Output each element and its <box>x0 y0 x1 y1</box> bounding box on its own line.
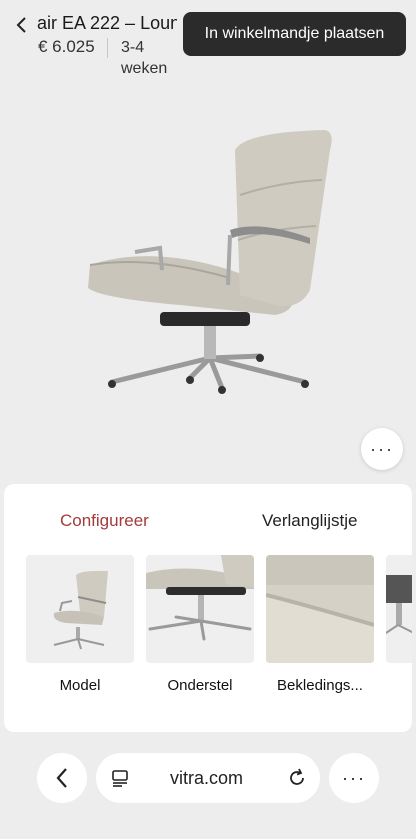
option-thumbnails: Model Onderstel Bekledings... <box>26 555 412 695</box>
product-title: air EA 222 – Loung <box>37 13 177 33</box>
option-extra-thumbnail[interactable] <box>386 555 412 663</box>
chevron-left-icon <box>16 17 26 33</box>
browser-back-button[interactable] <box>37 753 87 803</box>
divider <box>107 38 108 58</box>
configuration-panel: Configureer Verlanglijstje Model Onderst… <box>4 484 412 732</box>
tab-wishlist[interactable]: Verlanglijstje <box>262 511 357 531</box>
option-base-label: Onderstel <box>167 677 233 694</box>
option-model-thumbnail[interactable] <box>26 555 134 663</box>
product-price: € 6.025 <box>38 37 95 56</box>
back-button[interactable] <box>10 12 32 38</box>
add-to-cart-button[interactable]: In winkelmandje plaatsen <box>183 12 406 56</box>
url-text: vitra.com <box>170 768 244 788</box>
tab-configure[interactable]: Configureer <box>60 511 149 531</box>
browser-more-button[interactable]: ··· <box>329 753 379 803</box>
more-options-button[interactable]: ··· <box>361 428 403 470</box>
option-upholstery-label: Bekledings... <box>277 677 363 694</box>
chair-model-image <box>26 555 134 663</box>
product-page: air EA 222 – Loung € 6.025 3-4 weken In … <box>0 0 416 839</box>
reader-mode-icon[interactable] <box>112 769 130 787</box>
reload-icon[interactable] <box>287 768 307 788</box>
upholstery-swatch-image <box>266 555 374 663</box>
address-bar[interactable]: vitra.com <box>96 753 320 803</box>
product-image <box>88 130 332 394</box>
chevron-left-icon <box>56 768 67 788</box>
delivery-time: 3-4 weken <box>121 39 168 77</box>
chair-detail-image <box>386 555 412 663</box>
browser-toolbar: vitra.com ··· <box>0 740 416 839</box>
option-model-label: Model <box>59 677 101 694</box>
option-upholstery-thumbnail[interactable] <box>266 555 374 663</box>
chair-base-image <box>146 555 254 663</box>
option-base-thumbnail[interactable] <box>146 555 254 663</box>
